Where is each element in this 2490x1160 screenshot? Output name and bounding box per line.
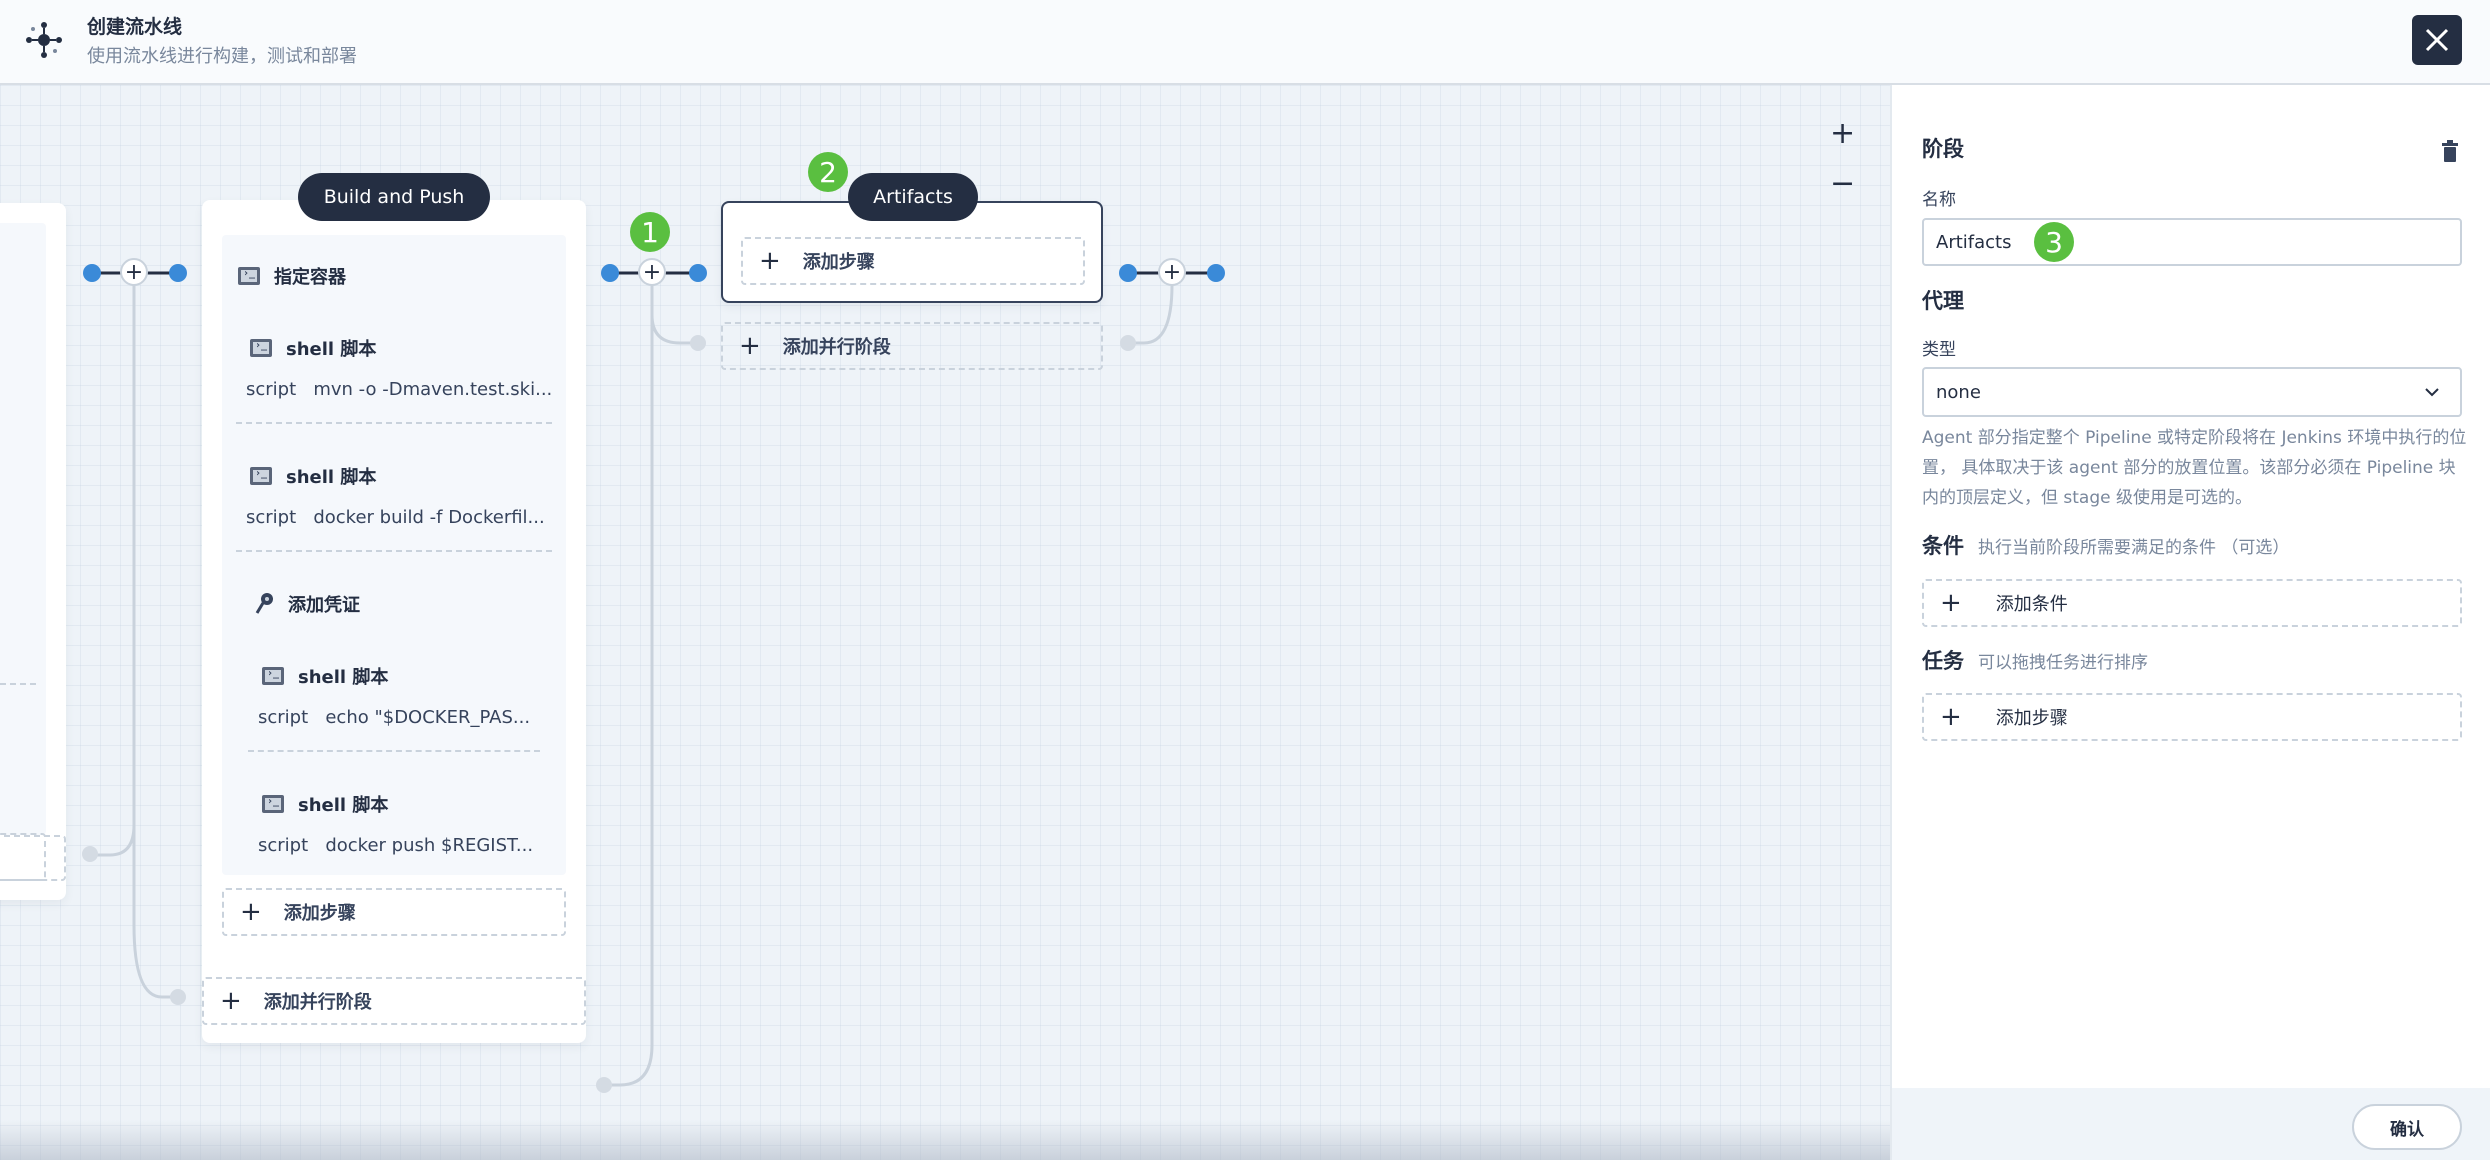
task-heading: 任务 <box>1922 649 1964 673</box>
step-script: script docker push $REGIST... <box>258 835 534 856</box>
add-condition-button[interactable]: + 添加条件 <box>1922 579 2462 627</box>
annotation-badge: 1 <box>630 212 670 252</box>
plus-icon: + <box>759 246 781 276</box>
task-hint: 可以拖拽任务进行排序 <box>1978 653 2148 673</box>
step-script: script docker build -f Dockerfil... <box>246 507 545 528</box>
add-step-button[interactable]: + 添加步骤 <box>741 237 1085 285</box>
terminal-icon <box>250 339 272 357</box>
step-title: shell 脚本 <box>298 667 389 688</box>
plus-icon: + <box>240 897 262 927</box>
delete-trash-icon[interactable] <box>2440 139 2460 163</box>
plus-icon: + <box>220 986 242 1016</box>
canvas-bottom-shade <box>0 1120 1890 1160</box>
agent-heading: 代理 <box>1922 289 1964 313</box>
pipeline-canvas[interactable]: + + + 指定容器 shell 脚本 script mvn -o <box>0 85 1890 1160</box>
add-step-button[interactable]: + 添加步骤 <box>222 888 566 936</box>
connector-dot <box>82 846 98 862</box>
connector-dot <box>690 335 706 351</box>
terminal-icon <box>262 795 284 813</box>
step-shell[interactable]: shell 脚本 <box>262 791 388 817</box>
confirm-button[interactable]: 确认 <box>2352 1104 2462 1150</box>
stage-name-pill[interactable]: Build and Push <box>298 173 490 221</box>
add-stage-plus-icon[interactable]: + <box>638 258 666 286</box>
terminal-icon <box>238 267 260 285</box>
connector-dot <box>169 264 187 282</box>
add-stage-plus-icon[interactable]: + <box>120 258 148 286</box>
add-parallel-stage-button[interactable] <box>0 835 66 881</box>
connector-dot <box>601 264 619 282</box>
task-section-header: 任务 可以拖拽任务进行排序 <box>1922 645 2148 675</box>
zoom-in-button[interactable]: + <box>1830 119 1855 149</box>
step-title: 添加凭证 <box>288 595 360 616</box>
stage-settings-panel: 阶段 名称 Artifacts 3 代理 类型 none Agent 部分指定整… <box>1890 85 2490 1160</box>
connector-dot <box>83 264 101 282</box>
step-script: script echo "$DOCKER_PAS... <box>258 707 531 728</box>
agent-description: Agent 部分指定整个 Pipeline 或特定阶段将在 Jenkins 环境… <box>1922 428 2467 508</box>
step-title: shell 脚本 <box>286 467 377 488</box>
plus-icon: + <box>739 331 761 361</box>
stage-name-pill[interactable]: Artifacts <box>848 173 978 221</box>
step-credential[interactable]: 添加凭证 <box>254 591 360 617</box>
condition-heading: 条件 <box>1922 534 1964 558</box>
key-icon <box>255 593 273 614</box>
add-task-step-button[interactable]: + 添加步骤 <box>1922 693 2462 741</box>
condition-hint: 执行当前阶段所需要满足的条件 （可选） <box>1978 538 2290 558</box>
connector-dot <box>1120 335 1136 351</box>
connector-dot <box>1119 264 1137 282</box>
add-stage-plus-icon[interactable]: + <box>1158 258 1186 286</box>
annotation-badge: 3 <box>2034 222 2074 262</box>
plus-icon: + <box>1940 588 1962 618</box>
terminal-icon <box>262 667 284 685</box>
header: 创建流水线 使用流水线进行构建，测试和部署 <box>0 0 2490 85</box>
step-shell[interactable]: shell 脚本 <box>262 663 388 689</box>
step-shell[interactable]: shell 脚本 <box>250 463 376 489</box>
stage-name-input[interactable]: Artifacts <box>1922 218 2462 266</box>
connector-dot <box>170 989 186 1005</box>
step-title: 指定容器 <box>274 267 346 288</box>
step-list: 指定容器 shell 脚本 script mvn -o -Dmaven.test… <box>222 235 566 875</box>
step-title: shell 脚本 <box>286 339 377 360</box>
step-title: shell 脚本 <box>298 795 389 816</box>
step-container[interactable]: 指定容器 <box>238 263 346 289</box>
stage-card-previous[interactable] <box>0 203 66 900</box>
close-icon <box>2425 28 2449 52</box>
stage-heading: 阶段 <box>1922 137 1964 161</box>
page-title: 创建流水线 <box>87 16 183 38</box>
condition-section-header: 条件 执行当前阶段所需要满足的条件 （可选） <box>1922 530 2289 560</box>
add-parallel-stage-button[interactable]: + 添加并行阶段 <box>721 322 1103 370</box>
plus-icon: + <box>1940 702 1962 732</box>
close-button[interactable] <box>2412 15 2462 65</box>
panel-footer: 确认 <box>1892 1088 2490 1160</box>
name-label: 名称 <box>1922 190 1956 210</box>
type-label: 类型 <box>1922 340 1956 360</box>
add-parallel-stage-button[interactable]: + 添加并行阶段 <box>202 977 586 1025</box>
chevron-down-icon <box>2425 388 2439 397</box>
annotation-badge: 2 <box>808 152 848 192</box>
pipeline-icon <box>26 22 62 58</box>
zoom-out-button[interactable]: − <box>1830 169 1855 199</box>
step-shell[interactable]: shell 脚本 <box>250 335 376 361</box>
connector-dot <box>1207 264 1225 282</box>
page-subtitle: 使用流水线进行构建，测试和部署 <box>87 46 357 67</box>
terminal-icon <box>250 467 272 485</box>
agent-type-select[interactable]: none <box>1922 367 2462 417</box>
step-script: script mvn -o -Dmaven.test.ski... <box>246 379 553 400</box>
stage-card-build-and-push[interactable]: 指定容器 shell 脚本 script mvn -o -Dmaven.test… <box>202 200 586 1043</box>
connector-dot <box>689 264 707 282</box>
connector-dot <box>596 1077 612 1093</box>
